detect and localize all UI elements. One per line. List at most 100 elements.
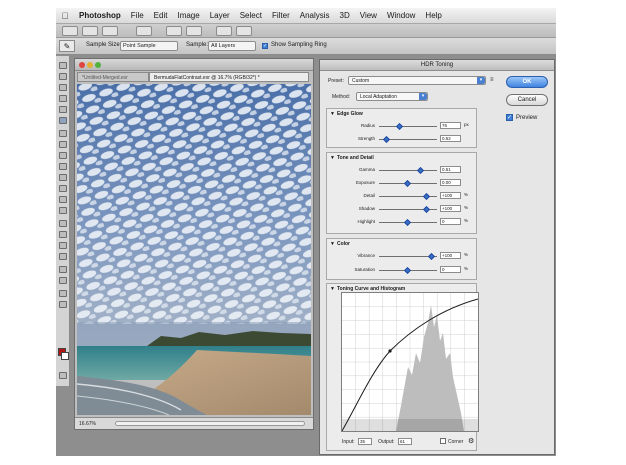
highlight-input[interactable]: 0 xyxy=(440,218,461,225)
ok-button[interactable]: OK xyxy=(506,76,548,88)
gamma-input[interactable]: 0.51 xyxy=(440,166,461,173)
detail-input[interactable]: +100 xyxy=(440,192,461,199)
eyedropper-tool-icon[interactable] xyxy=(59,117,67,124)
image-canvas[interactable] xyxy=(77,84,311,415)
output-field[interactable]: 61 xyxy=(398,438,412,445)
sample-select[interactable]: All Layers xyxy=(208,41,256,51)
3d-rotate-tool-icon[interactable] xyxy=(59,266,67,273)
close-window-icon[interactable] xyxy=(79,62,85,68)
preset-options-icon[interactable]: ≡ xyxy=(490,77,494,83)
exposure-slider-knob[interactable] xyxy=(403,179,412,188)
blur-tool-icon[interactable] xyxy=(59,196,67,203)
sample-size-select[interactable]: Point Sample xyxy=(120,41,178,51)
dialog-title[interactable]: HDR Toning xyxy=(320,60,554,71)
menu-view[interactable]: View xyxy=(355,11,382,20)
preset-value: Custom xyxy=(352,78,370,84)
menu-3d[interactable]: 3D xyxy=(335,11,355,20)
healing-brush-tool-icon[interactable] xyxy=(59,130,67,137)
gamma-slider-knob[interactable] xyxy=(416,166,424,175)
menu-help[interactable]: Help xyxy=(420,11,446,20)
document-title-bar[interactable] xyxy=(75,59,313,71)
toning-curve-graph[interactable] xyxy=(341,292,479,432)
shape-tool-icon[interactable] xyxy=(59,253,67,260)
zoom-tool-icon[interactable] xyxy=(59,301,67,308)
strength-slider-knob[interactable] xyxy=(383,135,391,144)
method-select[interactable]: Local Adaptation ▾ xyxy=(356,92,428,101)
menu-select[interactable]: Select xyxy=(235,11,267,20)
history-brush-tool-icon[interactable] xyxy=(59,163,67,170)
saturation-slider-knob[interactable] xyxy=(403,266,412,275)
zoom-readout[interactable]: 16.67% xyxy=(79,421,96,427)
zoom-level-dropdown[interactable] xyxy=(136,26,152,36)
strength-input[interactable]: 0.52 xyxy=(440,135,461,142)
path-select-tool-icon[interactable] xyxy=(59,242,67,249)
view-extras-icon[interactable] xyxy=(102,26,118,36)
menu-window[interactable]: Window xyxy=(382,11,420,20)
quick-select-tool-icon[interactable] xyxy=(59,95,67,102)
eyedropper-icon[interactable]: ✎ xyxy=(59,40,75,52)
document-tab-bermuda[interactable]: BermudaFlatContrast.exr @ 16.7% (RGB/32*… xyxy=(149,72,309,82)
radius-input[interactable]: 76 xyxy=(440,122,461,129)
exposure-input[interactable]: 0.00 xyxy=(440,179,461,186)
edge-glow-header[interactable]: ▼ Edge Glow xyxy=(330,111,363,117)
menu-file[interactable]: File xyxy=(126,11,149,20)
quick-mask-icon[interactable] xyxy=(59,372,67,379)
bridge-icon[interactable] xyxy=(82,26,98,36)
vibrance-unit: % xyxy=(464,252,469,257)
horizontal-scrollbar[interactable] xyxy=(115,421,305,426)
cancel-button[interactable]: Cancel xyxy=(506,94,548,106)
apple-icon[interactable]:  xyxy=(56,11,74,21)
menu-analysis[interactable]: Analysis xyxy=(295,11,335,20)
crop-tool-icon[interactable] xyxy=(59,106,67,113)
menu-app-name[interactable]: Photoshop xyxy=(74,11,126,20)
corner-checkbox[interactable] xyxy=(440,438,446,444)
method-label: Method: xyxy=(332,94,351,100)
saturation-input[interactable]: 0 xyxy=(440,266,461,273)
ps-logo-icon[interactable] xyxy=(62,26,78,36)
preset-select[interactable]: Custom ▾ xyxy=(348,76,486,85)
gamma-slider-track[interactable] xyxy=(379,170,437,171)
highlight-unit: % xyxy=(464,218,469,223)
shadow-input[interactable]: +100 xyxy=(440,205,461,212)
move-tool-icon[interactable] xyxy=(59,62,67,69)
dodge-tool-icon[interactable] xyxy=(59,207,67,214)
brush-tool-icon[interactable] xyxy=(59,141,67,148)
gradient-tool-icon[interactable] xyxy=(59,185,67,192)
detail-slider-knob[interactable] xyxy=(422,192,430,201)
show-sampling-ring-checkbox[interactable]: ✓ xyxy=(262,43,268,49)
vibrance-slider-knob[interactable] xyxy=(428,252,436,261)
type-tool-icon[interactable] xyxy=(59,231,67,238)
3d-orbit-tool-icon[interactable] xyxy=(59,277,67,284)
zoom-window-icon[interactable] xyxy=(95,62,101,68)
hand-tool-icon[interactable] xyxy=(59,290,67,297)
vibrance-input[interactable]: +100 xyxy=(440,252,461,259)
tone-detail-header[interactable]: ▼ Tone and Detail xyxy=(330,155,374,161)
preview-checkbox[interactable]: ✓ xyxy=(506,114,513,121)
pen-tool-icon[interactable] xyxy=(59,220,67,227)
menu-edit[interactable]: Edit xyxy=(149,11,173,20)
reset-curve-icon[interactable]: ⚙ xyxy=(468,437,474,445)
screen-mode-icon[interactable] xyxy=(236,26,252,36)
corner-label: Corner xyxy=(448,439,464,445)
minimize-window-icon[interactable] xyxy=(87,62,93,68)
marquee-tool-icon[interactable] xyxy=(59,73,67,80)
menu-image[interactable]: Image xyxy=(172,11,204,20)
radius-slider-knob[interactable] xyxy=(395,122,403,131)
document-tab-untitled[interactable]: *Untitled-Merged.exr xyxy=(77,72,149,82)
hand-tool-icon[interactable] xyxy=(166,26,182,36)
arrange-documents-icon[interactable] xyxy=(216,26,232,36)
eraser-tool-icon[interactable] xyxy=(59,174,67,181)
input-field[interactable]: 35 xyxy=(358,438,372,445)
lasso-tool-icon[interactable] xyxy=(59,84,67,91)
highlight-slider-knob[interactable] xyxy=(403,218,412,227)
rotate-view-icon[interactable] xyxy=(186,26,202,36)
radius-slider-track[interactable] xyxy=(379,126,437,127)
color-header[interactable]: ▼ Color xyxy=(330,241,350,247)
preview-label: Preview xyxy=(516,115,538,121)
clone-stamp-tool-icon[interactable] xyxy=(59,152,67,159)
shadow-slider-knob[interactable] xyxy=(422,205,430,214)
menu-filter[interactable]: Filter xyxy=(267,11,295,20)
menu-layer[interactable]: Layer xyxy=(205,11,235,20)
background-color-swatch[interactable] xyxy=(61,352,69,360)
highlight-label: Highlight xyxy=(357,219,375,224)
